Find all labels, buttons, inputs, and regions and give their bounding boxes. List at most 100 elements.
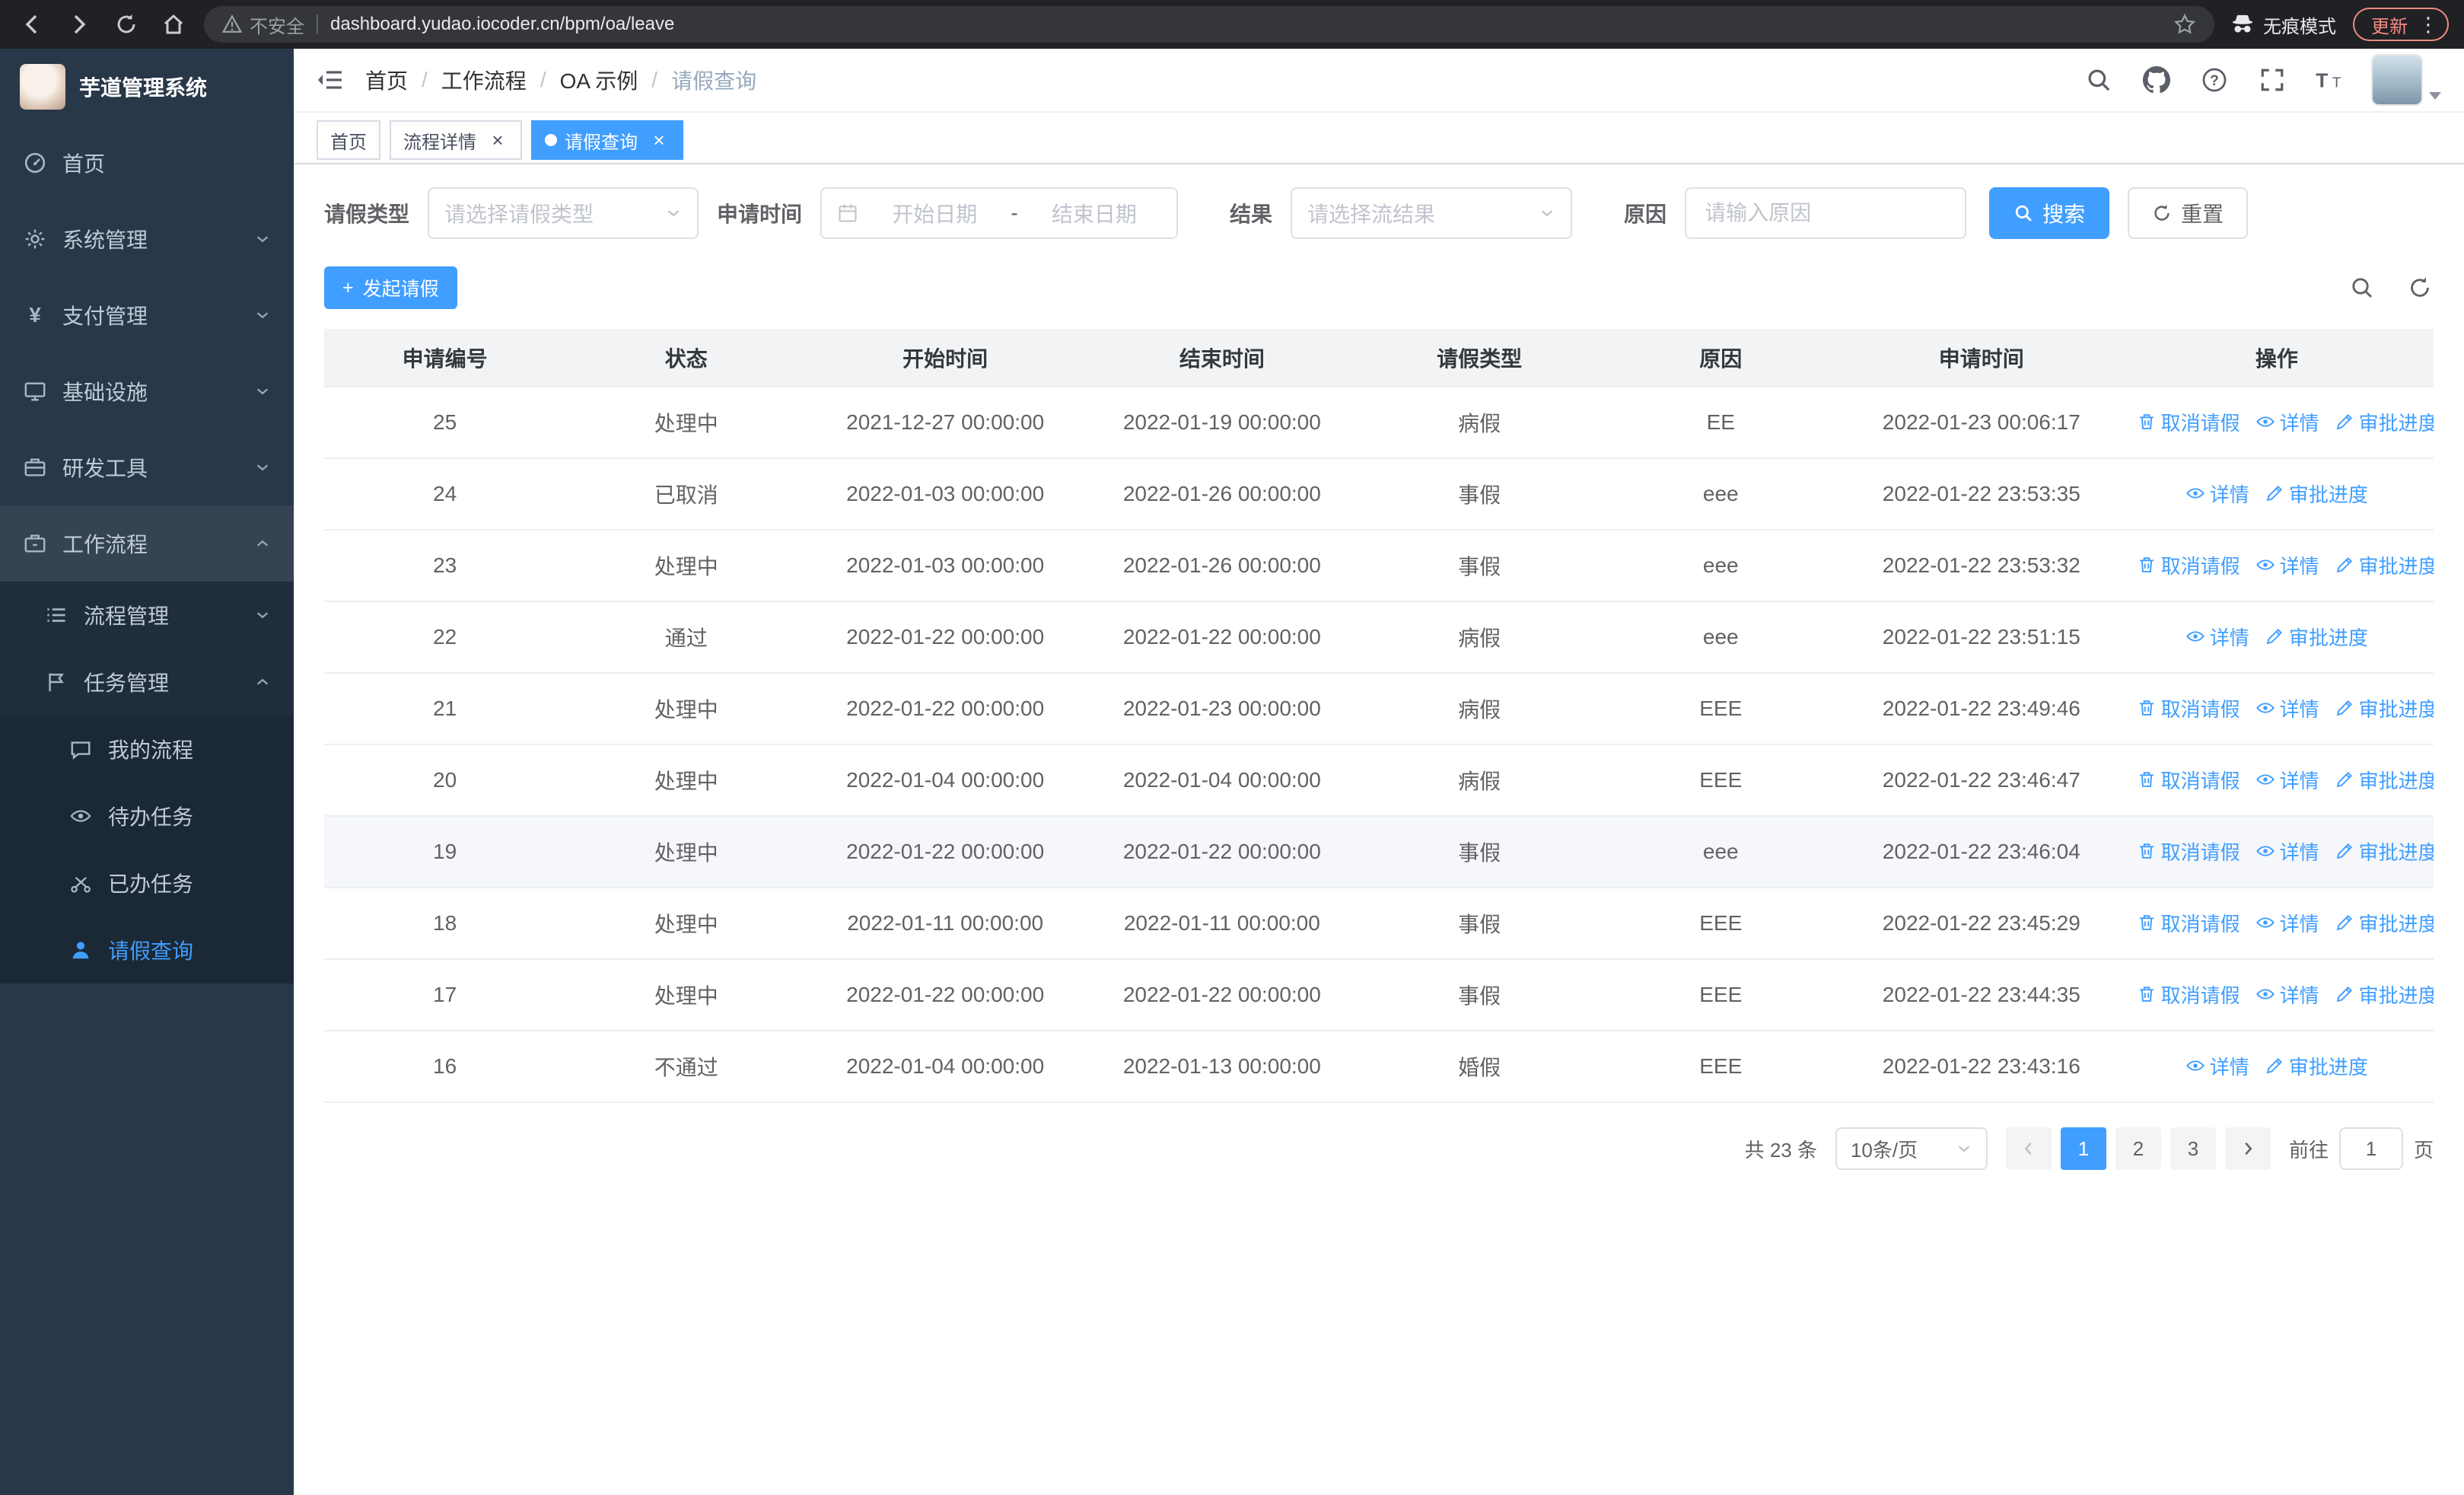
detail-action-link[interactable]: 详情 xyxy=(2255,980,2319,1009)
breadcrumb-item[interactable]: 工作流程 xyxy=(441,65,527,95)
create-leave-button[interactable]: + 发起请假 xyxy=(324,266,457,309)
reload-icon[interactable] xyxy=(110,8,143,41)
toggle-search-icon[interactable] xyxy=(2348,274,2376,301)
next-page-button[interactable] xyxy=(2224,1127,2271,1170)
back-icon[interactable] xyxy=(15,8,49,41)
reset-button[interactable]: 重置 xyxy=(2128,187,2249,239)
sidebar-item-workflow[interactable]: 工作流程 xyxy=(0,505,294,582)
breadcrumb-item[interactable]: OA 示例 xyxy=(560,65,638,95)
sidebar-item-infrastructure[interactable]: 基础设施 xyxy=(0,353,294,429)
cancel-action-link[interactable]: 取消请假 xyxy=(2137,909,2240,937)
detail-action-link[interactable]: 详情 xyxy=(2185,480,2249,508)
cell-status: 处理中 xyxy=(565,816,807,888)
cancel-action-link[interactable]: 取消请假 xyxy=(2137,766,2240,794)
page-button-1[interactable]: 1 xyxy=(2060,1127,2106,1170)
result-select[interactable]: 请选择流结果 xyxy=(1291,187,1573,239)
help-icon[interactable]: ? xyxy=(2192,57,2237,103)
progress-action-link[interactable]: 审批进度 xyxy=(2335,694,2434,722)
browser-update-button[interactable]: 更新 ⋮ xyxy=(2353,8,2449,41)
search-icon[interactable] xyxy=(2076,57,2122,103)
action-label: 审批进度 xyxy=(2288,483,2368,506)
refresh-table-icon[interactable] xyxy=(2406,274,2434,301)
sidebar-item-devtools[interactable]: 研发工具 xyxy=(0,429,294,505)
security-warning[interactable]: 不安全 xyxy=(222,11,304,38)
breadcrumb-item[interactable]: 首页 xyxy=(365,65,408,95)
detail-action-link[interactable]: 详情 xyxy=(2185,1052,2249,1080)
user-menu[interactable] xyxy=(2371,54,2441,106)
app-title: 芋道管理系统 xyxy=(79,76,208,100)
page-button-3[interactable]: 3 xyxy=(2170,1127,2216,1170)
sidebar-item-task-management[interactable]: 任务管理 xyxy=(0,649,294,716)
apply-time-range-picker[interactable]: 开始日期 - 结束日期 xyxy=(820,187,1179,239)
reason-input[interactable] xyxy=(1705,201,1947,225)
progress-action-link[interactable]: 审批进度 xyxy=(2265,480,2368,508)
end-date-placeholder: 结束日期 xyxy=(1051,202,1137,226)
sidebar-item-system[interactable]: 系统管理 xyxy=(0,201,294,277)
table-row: 19 处理中 2022-01-22 00:00:00 2022-01-22 00:00… xyxy=(324,816,2434,888)
sidebar-item-label: 工作流程 xyxy=(62,533,148,556)
collapse-sidebar-icon[interactable] xyxy=(317,68,344,92)
bookmark-star-icon[interactable] xyxy=(2173,13,2196,36)
sidebar-item-home[interactable]: 首页 xyxy=(0,125,294,201)
detail-action-link[interactable]: 详情 xyxy=(2185,623,2249,651)
progress-action-link[interactable]: 审批进度 xyxy=(2335,837,2434,865)
forward-icon[interactable] xyxy=(62,8,96,41)
delete-icon xyxy=(2137,412,2157,432)
sidebar-item-leave-query[interactable]: 请假查询 xyxy=(0,916,294,983)
home-icon[interactable] xyxy=(157,8,190,41)
sidebar-item-payment[interactable]: ¥ 支付管理 xyxy=(0,277,294,353)
detail-action-link[interactable]: 详情 xyxy=(2255,408,2319,436)
cell-start_time: 2022-01-03 00:00:00 xyxy=(807,458,1084,531)
column-header: 原因 xyxy=(1598,329,1843,387)
cell-apply_time: 2022-01-22 23:49:46 xyxy=(1842,673,2120,745)
progress-action-link[interactable]: 审批进度 xyxy=(2335,980,2434,1009)
cell-end_time: 2022-01-26 00:00:00 xyxy=(1083,458,1361,531)
sidebar-item-my-process[interactable]: 我的流程 xyxy=(0,716,294,783)
detail-action-link[interactable]: 详情 xyxy=(2255,551,2319,579)
detail-action-link[interactable]: 详情 xyxy=(2255,837,2319,865)
cell-id: 23 xyxy=(324,530,566,602)
progress-action-link[interactable]: 审批进度 xyxy=(2335,766,2434,794)
cancel-action-link[interactable]: 取消请假 xyxy=(2137,551,2240,579)
column-header: 申请时间 xyxy=(1842,329,2120,387)
search-button[interactable]: 搜索 xyxy=(1989,187,2110,239)
tab-process-detail[interactable]: 流程详情 × xyxy=(390,120,522,160)
github-icon[interactable] xyxy=(2134,57,2179,103)
url-text: dashboard.yudao.iocoder.cn/bpm/oa/leave xyxy=(330,14,675,34)
tab-home[interactable]: 首页 xyxy=(317,120,380,160)
progress-action-link[interactable]: 审批进度 xyxy=(2335,909,2434,937)
leave-type-select[interactable]: 请选择请假类型 xyxy=(428,187,699,239)
page-button-2[interactable]: 2 xyxy=(2115,1127,2161,1170)
sidebar-item-todo-tasks[interactable]: 待办任务 xyxy=(0,783,294,850)
column-header: 开始时间 xyxy=(807,329,1084,387)
leave-type-placeholder: 请选择请假类型 xyxy=(444,202,594,226)
action-label: 详情 xyxy=(2209,626,2249,649)
sidebar-item-done-tasks[interactable]: 已办任务 xyxy=(0,850,294,916)
progress-action-link[interactable]: 审批进度 xyxy=(2335,408,2434,436)
tab-leave-query[interactable]: 请假查询 × xyxy=(531,120,683,160)
chevron-down-icon xyxy=(254,607,271,623)
cancel-action-link[interactable]: 取消请假 xyxy=(2137,980,2240,1009)
close-icon[interactable]: × xyxy=(648,129,670,151)
close-icon[interactable]: × xyxy=(487,129,508,151)
total-count: 共 23 条 xyxy=(1744,1138,1817,1162)
font-size-icon[interactable]: TT xyxy=(2307,57,2353,103)
address-bar[interactable]: 不安全 dashboard.yudao.iocoder.cn/bpm/oa/le… xyxy=(204,6,2214,43)
sidebar-item-process-management[interactable]: 流程管理 xyxy=(0,582,294,649)
prev-page-button[interactable] xyxy=(2005,1127,2052,1170)
cancel-action-link[interactable]: 取消请假 xyxy=(2137,408,2240,436)
table-row: 17 处理中 2022-01-22 00:00:00 2022-01-22 00:00… xyxy=(324,959,2434,1031)
goto-page-input[interactable] xyxy=(2338,1127,2403,1170)
progress-action-link[interactable]: 审批进度 xyxy=(2265,623,2368,651)
app-logo[interactable]: 芋道管理系统 xyxy=(0,49,294,125)
cancel-action-link[interactable]: 取消请假 xyxy=(2137,837,2240,865)
detail-action-link[interactable]: 详情 xyxy=(2255,909,2319,937)
progress-action-link[interactable]: 审批进度 xyxy=(2335,551,2434,579)
fullscreen-icon[interactable] xyxy=(2249,57,2295,103)
cancel-action-link[interactable]: 取消请假 xyxy=(2137,694,2240,722)
detail-action-link[interactable]: 详情 xyxy=(2255,694,2319,722)
detail-action-link[interactable]: 详情 xyxy=(2255,766,2319,794)
progress-action-link[interactable]: 审批进度 xyxy=(2265,1052,2368,1080)
page-size-select[interactable]: 10条/页 xyxy=(1835,1127,1988,1170)
browser-menu-icon[interactable]: ⋮ xyxy=(2418,14,2438,34)
